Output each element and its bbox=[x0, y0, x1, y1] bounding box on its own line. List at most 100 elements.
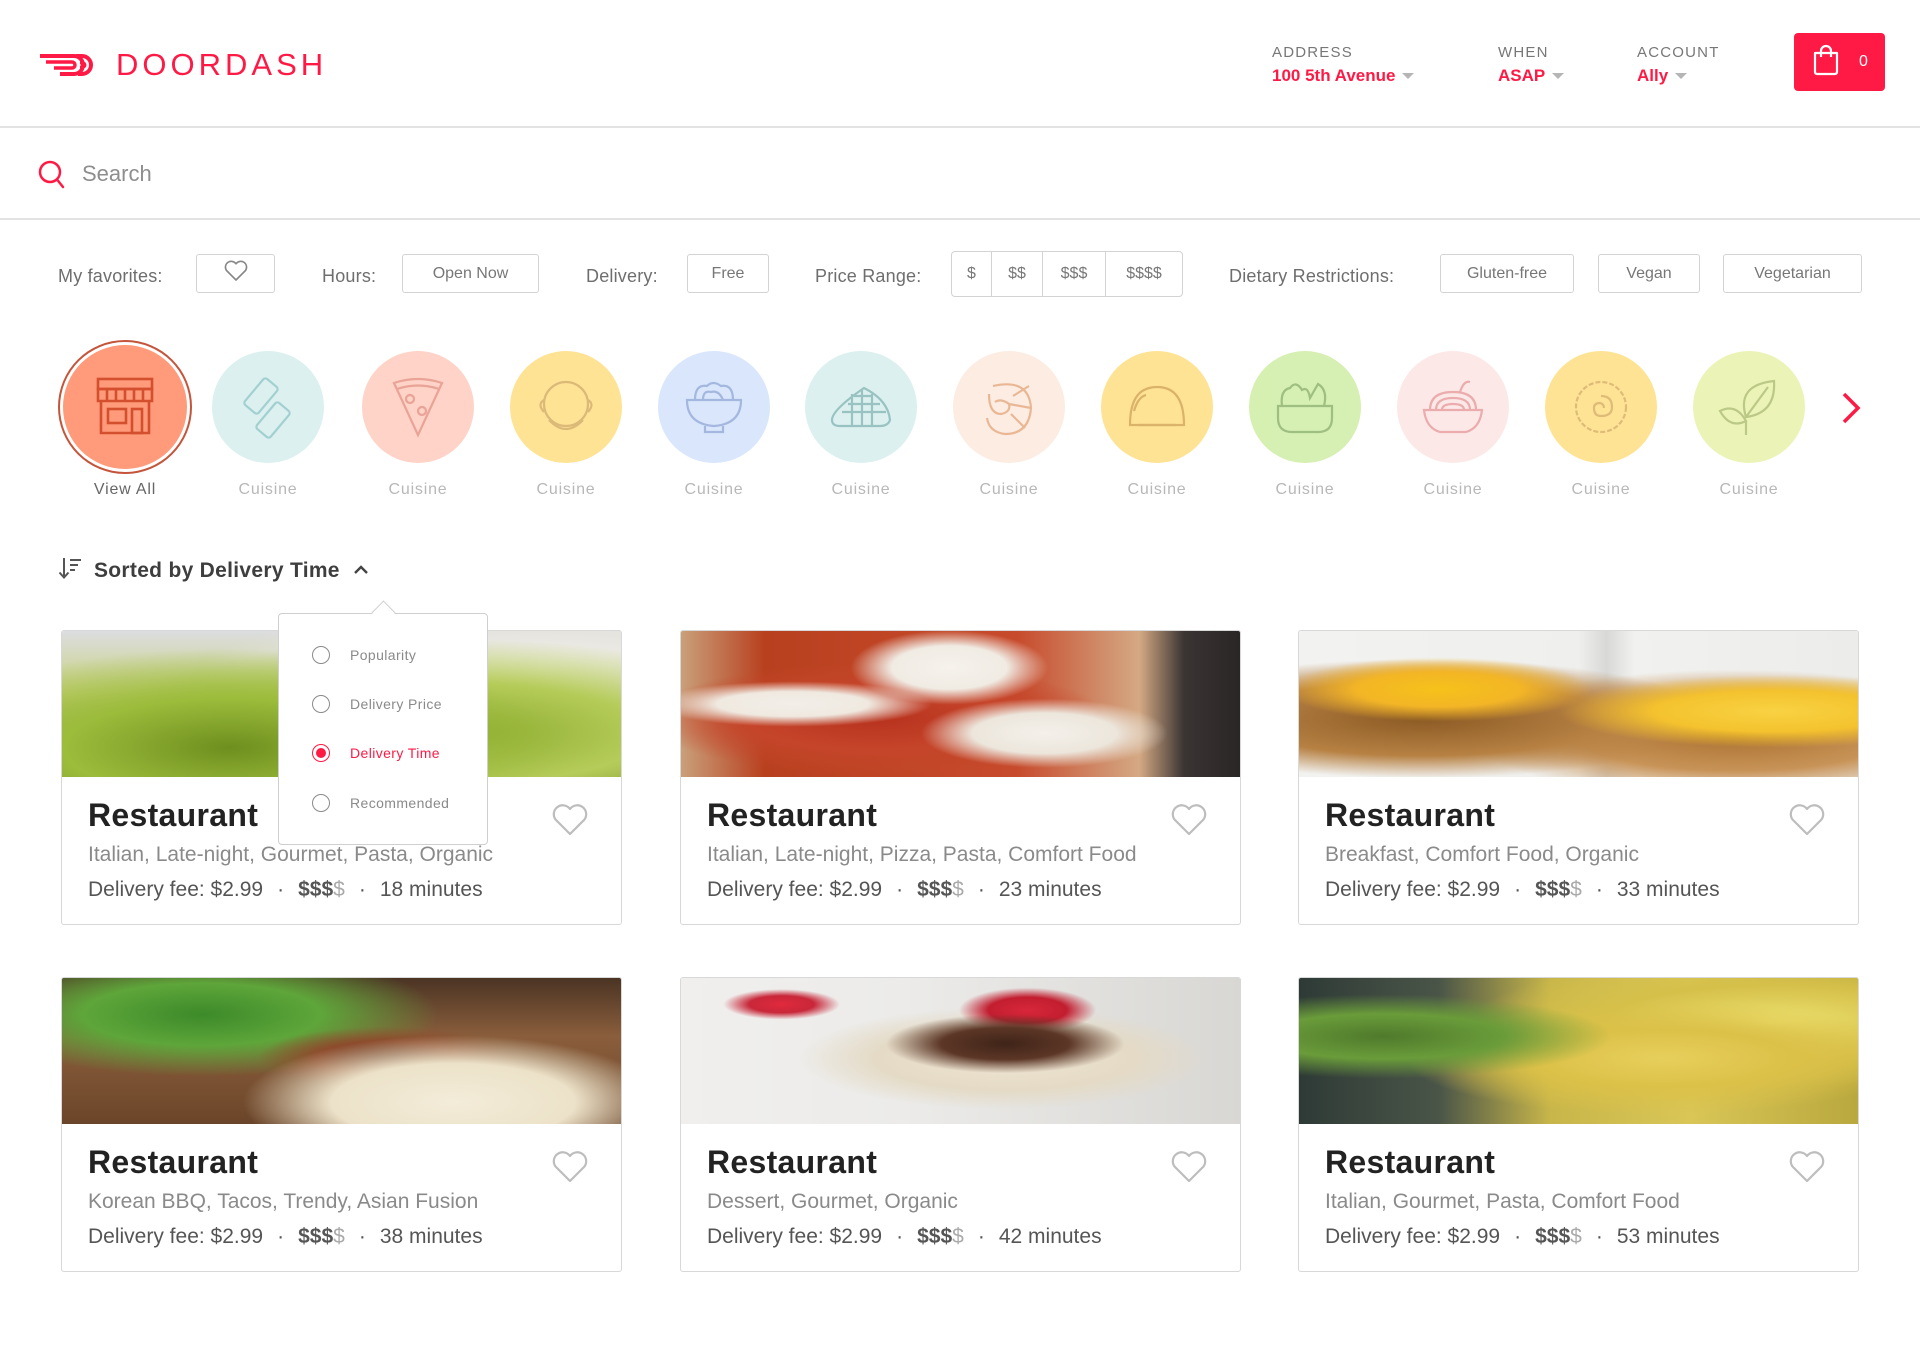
delivery-time: 18 minutes bbox=[379, 878, 483, 901]
cuisine-view-all[interactable]: View All bbox=[55, 345, 195, 499]
cuisine-item[interactable]: Cuisine bbox=[1531, 351, 1671, 499]
price-level-remaining: $ bbox=[1570, 1225, 1582, 1248]
price-range-label: Price Range: bbox=[815, 266, 922, 286]
doordash-logo[interactable]: DOORDASH bbox=[38, 47, 327, 83]
chevron-right-icon[interactable] bbox=[1838, 388, 1864, 433]
sort-option-recommended[interactable]: Recommended bbox=[312, 794, 449, 812]
cuisine-item[interactable]: Cuisine bbox=[496, 351, 636, 499]
radio-button[interactable] bbox=[312, 744, 330, 762]
radio-button[interactable] bbox=[312, 646, 330, 664]
heart-icon[interactable] bbox=[551, 803, 589, 842]
cuisine-item[interactable]: Cuisine bbox=[1087, 351, 1227, 499]
pie-icon bbox=[1545, 351, 1657, 463]
restaurant-card[interactable]: Restaurant Korean BBQ, Tacos, Trendy, Asi… bbox=[61, 977, 622, 1272]
sort-option-popularity[interactable]: Popularity bbox=[312, 646, 416, 664]
price-option-1[interactable]: $ bbox=[952, 252, 992, 296]
sort-option-delivery-time[interactable]: Delivery Time bbox=[312, 744, 440, 762]
cuisine-item[interactable]: Cuisine bbox=[791, 351, 931, 499]
restaurant-card[interactable]: Restaurant Breakfast, Comfort Food, Organ… bbox=[1298, 630, 1859, 925]
gluten-free-label: Gluten-free bbox=[1466, 264, 1548, 282]
restaurant-tags: Dessert, Gourmet, Organic bbox=[707, 1190, 958, 1213]
cake-slice-icon bbox=[805, 351, 917, 463]
open-now-label: Open Now bbox=[432, 264, 509, 282]
account-selector[interactable]: ACCOUNT Ally bbox=[1637, 44, 1720, 86]
separator-dot: · bbox=[277, 1225, 285, 1248]
cuisine-item[interactable]: Cuisine bbox=[939, 351, 1079, 499]
restaurant-photo-tacos bbox=[62, 978, 621, 1124]
price-level-remaining: $ bbox=[333, 878, 345, 901]
free-delivery-label: Free bbox=[711, 264, 745, 282]
cuisine-item[interactable]: Cuisine bbox=[348, 351, 488, 499]
sort-option-label: Delivery Time bbox=[350, 745, 440, 761]
separator-dot: · bbox=[358, 878, 366, 901]
cuisine-label: Cuisine bbox=[536, 481, 596, 498]
vegan-filter[interactable]: Vegan bbox=[1598, 254, 1700, 293]
favorites-toggle[interactable] bbox=[196, 254, 275, 293]
separator-dot: · bbox=[1514, 878, 1522, 901]
sort-option-label: Popularity bbox=[350, 647, 417, 663]
restaurant-name: Restaurant bbox=[88, 1144, 259, 1180]
noodle-bowl-icon bbox=[658, 351, 770, 463]
cuisine-item[interactable]: Cuisine bbox=[644, 351, 784, 499]
radio-button[interactable] bbox=[312, 794, 330, 812]
restaurant-name: Restaurant bbox=[707, 797, 878, 833]
search-input[interactable] bbox=[82, 152, 1782, 196]
when-selector[interactable]: WHEN ASAP bbox=[1498, 44, 1565, 86]
restaurant-card[interactable]: Restaurant Dessert, Gourmet, Organic Deliv… bbox=[680, 977, 1241, 1272]
price-level: $$$ bbox=[298, 878, 334, 901]
delivery-label: Delivery: bbox=[586, 266, 658, 286]
heart-icon[interactable] bbox=[1170, 1150, 1208, 1189]
open-now-filter[interactable]: Open Now bbox=[402, 254, 539, 293]
cuisine-label: Cuisine bbox=[979, 481, 1039, 498]
restaurant-photo-dessert bbox=[681, 978, 1240, 1124]
cuisine-item[interactable]: Cuisine bbox=[1679, 351, 1819, 499]
cuisine-item[interactable]: Cuisine bbox=[1235, 351, 1375, 499]
separator-dot: · bbox=[1595, 1225, 1603, 1248]
heart-icon[interactable] bbox=[1788, 803, 1826, 842]
price-range-selector: $ $$ $$$ $$$$ bbox=[951, 251, 1183, 297]
heart-icon[interactable] bbox=[551, 1150, 589, 1189]
restaurant-meta: Delivery fee: $2.99 · $$$$ · 33 minutes bbox=[1325, 878, 1720, 902]
cuisine-label: Cuisine bbox=[1275, 481, 1335, 498]
gluten-free-filter[interactable]: Gluten-free bbox=[1440, 254, 1574, 293]
hours-label: Hours: bbox=[322, 266, 377, 286]
heart-icon[interactable] bbox=[1788, 1150, 1826, 1189]
cuisine-item[interactable]: Cuisine bbox=[1383, 351, 1523, 499]
sushi-roll-icon bbox=[212, 351, 324, 463]
cuisine-label: Cuisine bbox=[1719, 481, 1779, 498]
storefront-icon bbox=[63, 345, 187, 469]
sort-toggle[interactable]: Sorted by Delivery Time bbox=[58, 556, 370, 585]
sort-option-label: Delivery Price bbox=[350, 696, 442, 712]
cuisine-item[interactable]: Cuisine bbox=[198, 351, 338, 499]
restaurant-card[interactable]: Restaurant Italian, Late-night, Pizza, Pa… bbox=[680, 630, 1241, 925]
cuisine-label: Cuisine bbox=[831, 481, 891, 498]
cuisine-label: Cuisine bbox=[388, 481, 448, 498]
sort-icon bbox=[58, 556, 82, 585]
heart-icon bbox=[223, 260, 249, 287]
radio-button[interactable] bbox=[312, 695, 330, 713]
separator-dot: · bbox=[1595, 878, 1603, 901]
separator-dot: · bbox=[358, 1225, 366, 1248]
salad-bowl-icon bbox=[1249, 351, 1361, 463]
heart-icon[interactable] bbox=[1170, 803, 1208, 842]
restaurant-card[interactable]: Restaurant Italian, Gourmet, Pasta, Comfo… bbox=[1298, 977, 1859, 1272]
price-option-4[interactable]: $$$$ bbox=[1106, 252, 1182, 296]
address-label: ADDRESS bbox=[1272, 44, 1353, 61]
pasta-bowl-icon bbox=[1397, 351, 1509, 463]
brand-name: DOORDASH bbox=[116, 47, 328, 82]
price-option-3[interactable]: $$$ bbox=[1043, 252, 1106, 296]
restaurant-photo-pizza bbox=[681, 631, 1240, 777]
separator-dot: · bbox=[896, 1225, 904, 1248]
delivery-time: 42 minutes bbox=[998, 1225, 1102, 1248]
address-selector[interactable]: ADDRESS 100 5th Avenue bbox=[1272, 44, 1415, 86]
price-level: $$$ bbox=[298, 1225, 334, 1248]
sort-option-delivery-price[interactable]: Delivery Price bbox=[312, 695, 442, 713]
free-delivery-filter[interactable]: Free bbox=[687, 254, 769, 293]
restaurant-name: Restaurant bbox=[707, 1144, 878, 1180]
restaurant-tags: Italian, Late-night, Gourmet, Pasta, Org… bbox=[88, 843, 494, 866]
shrimp-icon bbox=[953, 351, 1065, 463]
price-option-2[interactable]: $$ bbox=[992, 252, 1043, 296]
price-level-remaining: $ bbox=[952, 1225, 964, 1248]
cart-button[interactable]: 0 bbox=[1794, 33, 1885, 91]
vegetarian-filter[interactable]: Vegetarian bbox=[1723, 254, 1862, 293]
